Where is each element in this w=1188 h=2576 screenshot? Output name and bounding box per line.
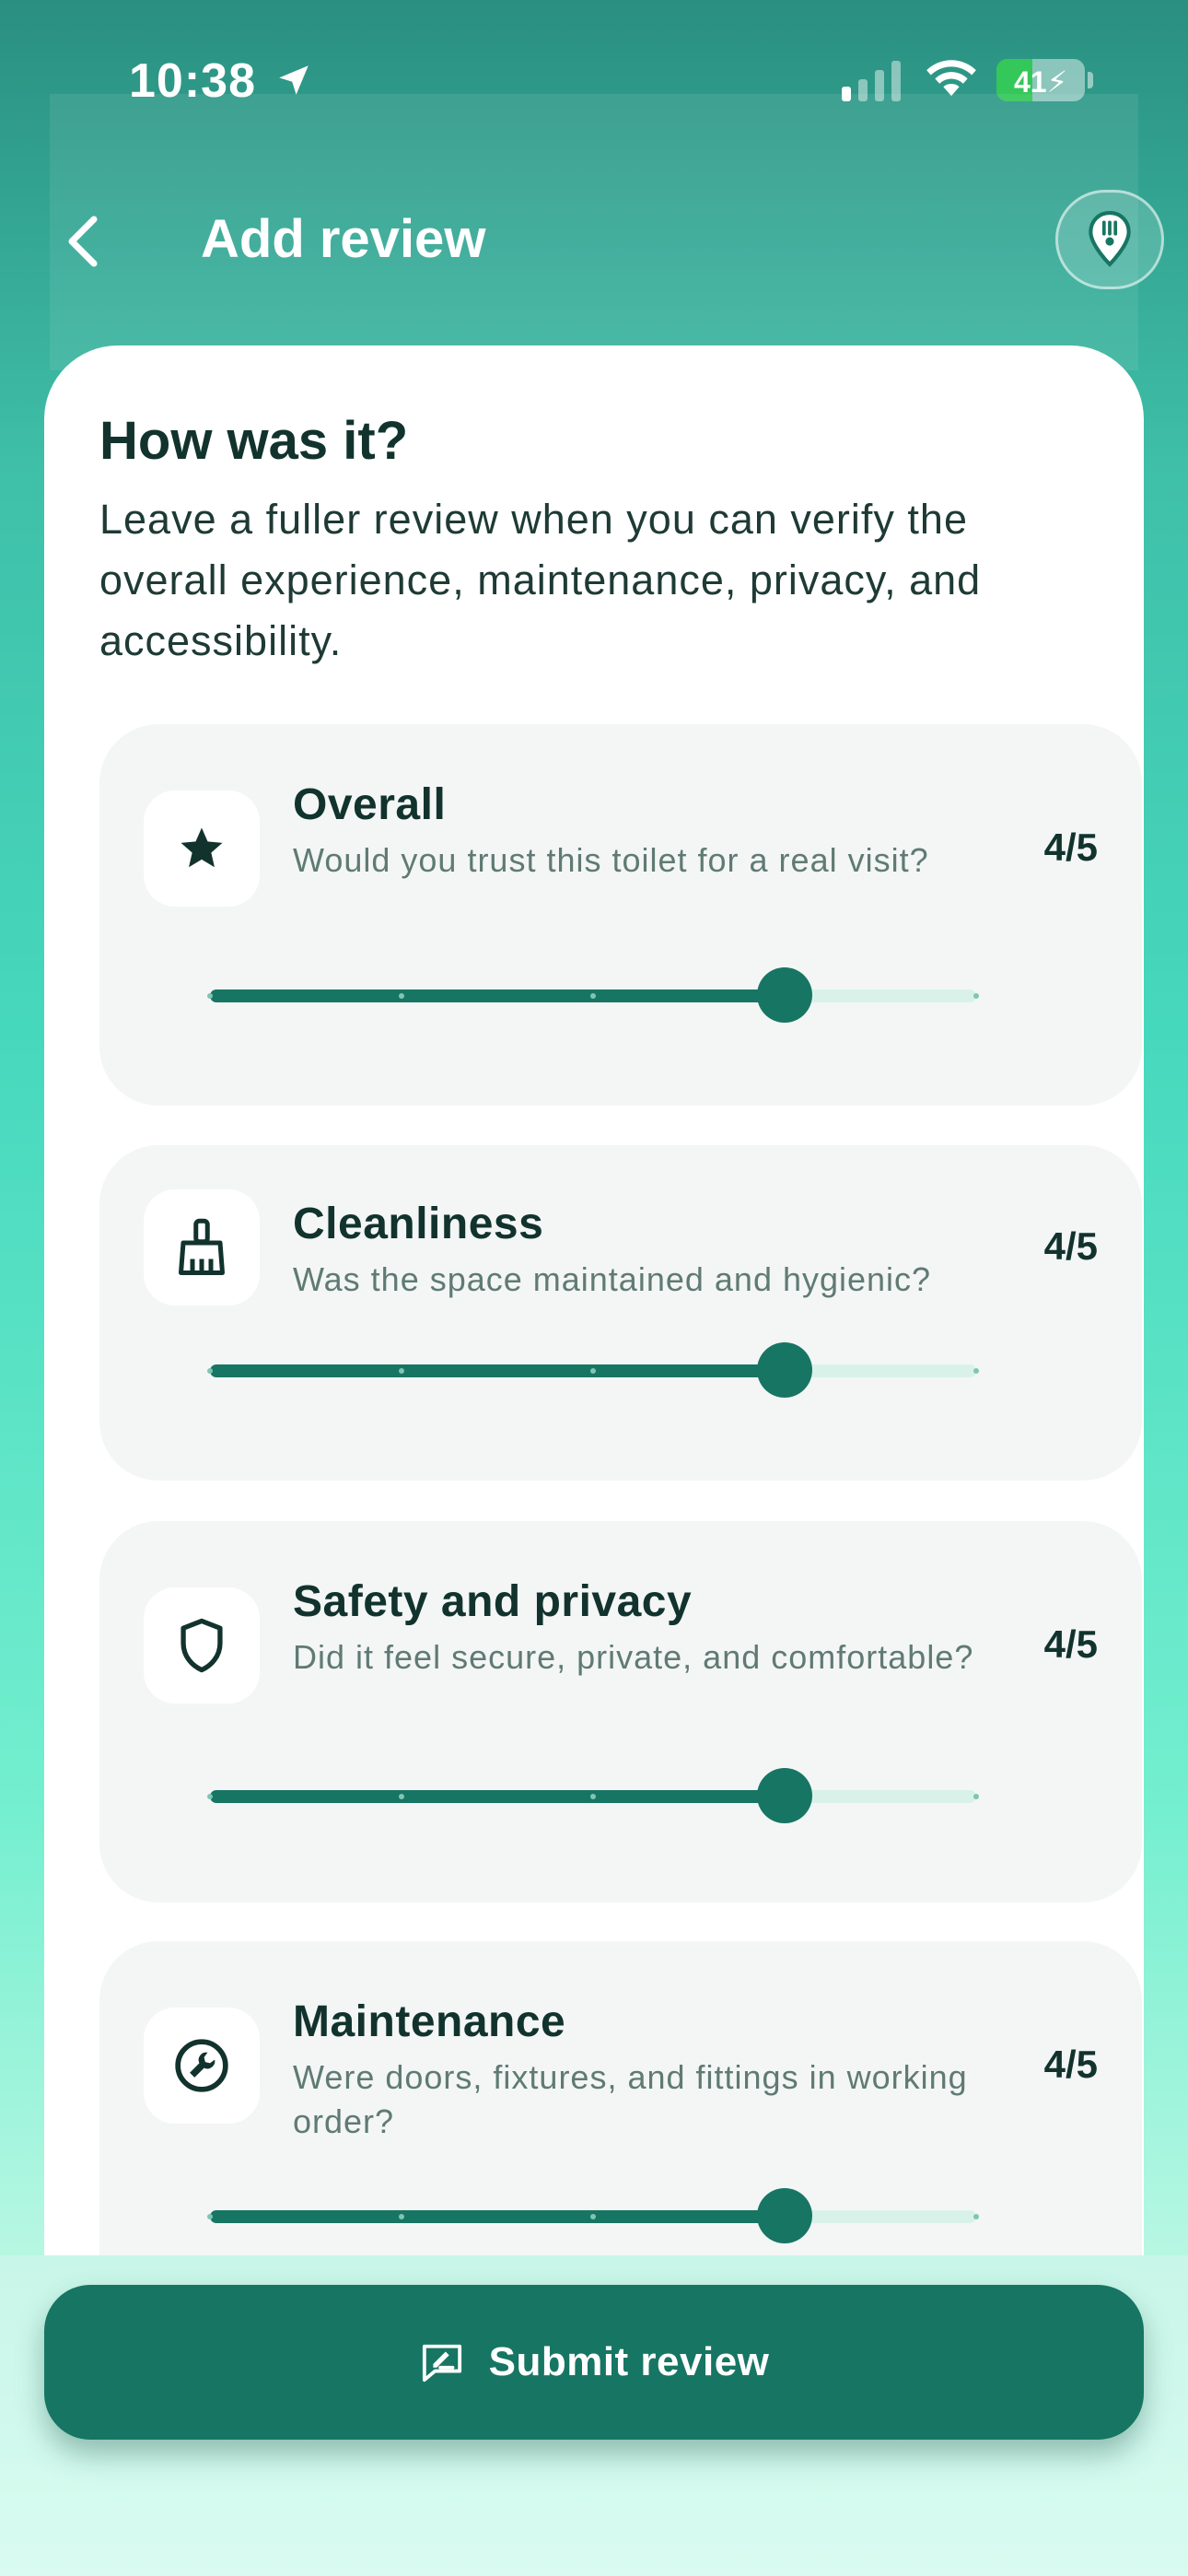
rating-title: Cleanliness	[293, 1200, 544, 1248]
slider-thumb[interactable]	[757, 2188, 812, 2243]
slider-step-dot	[973, 1794, 979, 1799]
slider-step-dot	[973, 1368, 979, 1374]
slider-step-dot	[590, 1794, 596, 1799]
slider-thumb[interactable]	[757, 1768, 812, 1823]
page-title: Add review	[201, 209, 486, 269]
rating-slider[interactable]	[207, 967, 979, 1023]
rating-overall: Overall Would you trust this toilet for …	[99, 724, 1142, 1106]
rating-title: Overall	[293, 780, 447, 829]
rating-slider[interactable]	[207, 1342, 979, 1398]
rating-score: 4/5	[1043, 1224, 1098, 1268]
chevron-left-icon	[68, 216, 98, 267]
broom-icon	[179, 1218, 225, 1275]
shield-icon	[181, 1618, 223, 1673]
card-heading: How was it?	[99, 411, 409, 471]
slider-fill	[210, 1364, 785, 1377]
slider-step-dot	[207, 993, 213, 999]
rating-icon-box	[144, 2008, 260, 2124]
star-icon	[181, 827, 223, 868]
slider-step-dot	[207, 1794, 213, 1799]
slider-step-dot	[399, 1368, 404, 1374]
rating-description: Was the space maintained and hygienic?	[293, 1260, 932, 1298]
slider-thumb[interactable]	[757, 967, 812, 1023]
rating-slider[interactable]	[207, 1768, 979, 1823]
rating-icon-box	[144, 1189, 260, 1306]
slider-step-dot	[207, 1368, 213, 1374]
submit-review-button[interactable]: Submit review	[44, 2285, 1144, 2440]
rating-icon-box	[144, 1587, 260, 1704]
slider-step-dot	[590, 2214, 596, 2219]
slider-step-dot	[590, 993, 596, 999]
rating-icon-box	[144, 790, 260, 907]
edit-note-icon	[422, 2344, 461, 2383]
battery-cap	[1088, 72, 1093, 88]
rating-cleanliness: Cleanliness Was the space maintained and…	[99, 1145, 1142, 1481]
wrench-icon	[175, 2039, 228, 2092]
review-card: How was it? Leave a fuller review when y…	[44, 345, 1144, 2465]
slider-step-dot	[207, 2214, 213, 2219]
rating-slider[interactable]	[207, 2188, 979, 2243]
slider-step-dot	[973, 2214, 979, 2219]
rating-title: Safety and privacy	[293, 1577, 693, 1626]
slider-fill	[210, 989, 785, 1002]
rating-description: Were doors, fixtures, and fittings in wo…	[293, 2058, 968, 2140]
back-button[interactable]	[55, 205, 111, 278]
rating-score: 4/5	[1043, 2043, 1098, 2086]
submit-review-label: Submit review	[488, 2339, 770, 2384]
slider-thumb[interactable]	[757, 1342, 812, 1398]
rating-title: Maintenance	[293, 1997, 566, 2046]
rating-score: 4/5	[1043, 1622, 1098, 1666]
map-pin-button[interactable]	[1055, 190, 1164, 289]
slider-step-dot	[973, 993, 979, 999]
slider-step-dot	[399, 1794, 404, 1799]
map-pin-icon	[1089, 211, 1131, 267]
rating-score: 4/5	[1043, 825, 1098, 869]
card-intro: Leave a fuller review when you can verif…	[99, 496, 982, 664]
slider-step-dot	[590, 1368, 596, 1374]
rating-description: Would you trust this toilet for a real v…	[293, 841, 929, 879]
rating-safety-privacy: Safety and privacy Did it feel secure, p…	[99, 1521, 1142, 1903]
slider-fill	[210, 2210, 785, 2223]
slider-step-dot	[399, 2214, 404, 2219]
rating-description: Did it feel secure, private, and comfort…	[293, 1638, 974, 1676]
slider-step-dot	[399, 993, 404, 999]
slider-fill	[210, 1790, 785, 1803]
